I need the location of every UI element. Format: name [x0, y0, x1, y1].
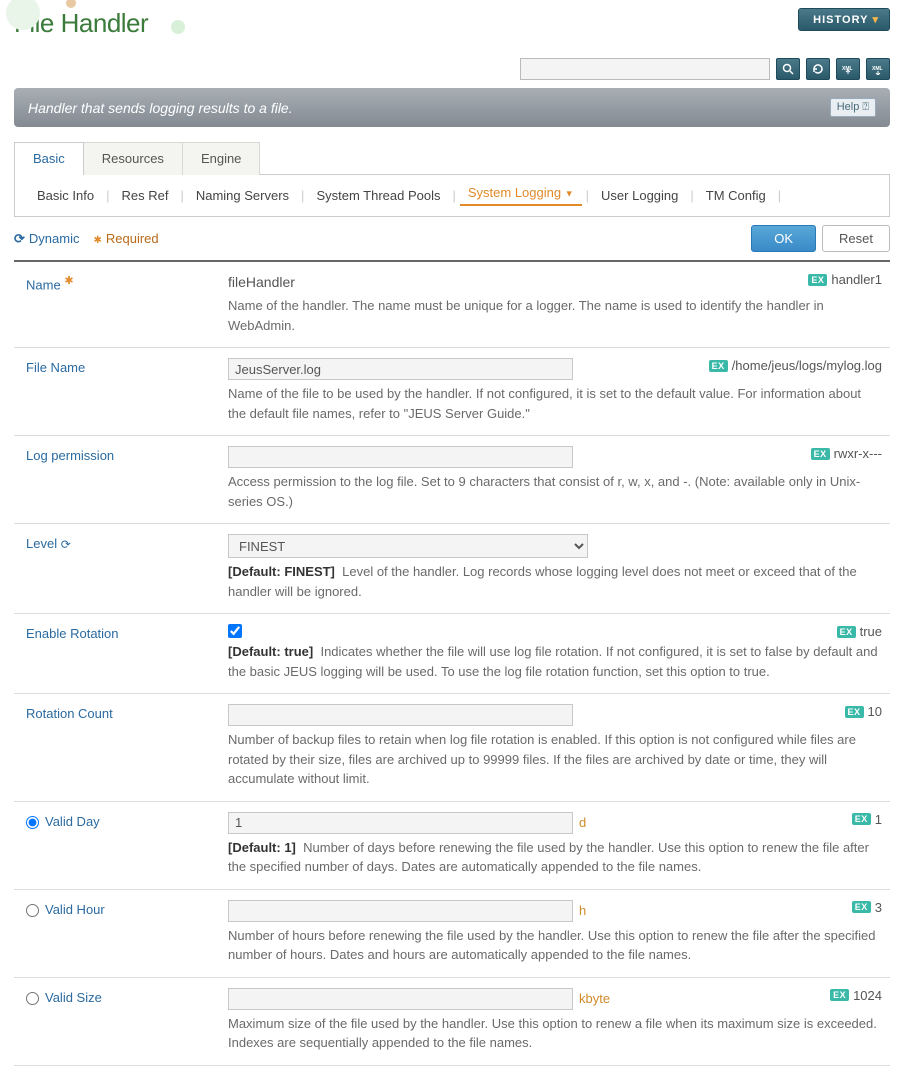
sub-tabs: Basic Info| Res Ref| Naming Servers| Sys… — [14, 175, 890, 217]
unit-validday: d — [579, 815, 586, 830]
subtab-system-thread-pools[interactable]: System Thread Pools — [308, 188, 448, 203]
unit-validsize: kbyte — [579, 991, 610, 1006]
example-rotcount: EX10 — [845, 704, 882, 719]
desc-validhour: Number of hours before renewing the file… — [228, 926, 882, 965]
input-filename[interactable] — [228, 358, 573, 380]
desc-filename: Name of the file to be used by the handl… — [228, 384, 882, 423]
row-level: Level ⟳ FINEST [Default: FINEST] Level o… — [14, 524, 890, 614]
example-validhour: EX3 — [852, 900, 882, 915]
label-validsize: Valid Size — [18, 988, 228, 1053]
reset-button[interactable]: Reset — [822, 225, 890, 252]
input-validhour[interactable] — [228, 900, 573, 922]
radio-validday[interactable] — [26, 816, 39, 829]
legend-row: Dynamic Required OK Reset — [14, 217, 890, 262]
label-filename: File Name — [18, 358, 228, 423]
desc-level: [Default: FINEST] Level of the handler. … — [228, 562, 882, 601]
radio-validsize[interactable] — [26, 992, 39, 1005]
example-rotation: EXtrue — [837, 624, 882, 639]
search-toolbar: XML XML — [0, 50, 904, 88]
tab-resources[interactable]: Resources — [83, 142, 183, 175]
desc-validday: [Default: 1] Number of days before renew… — [228, 838, 882, 877]
input-logperm[interactable] — [228, 446, 573, 468]
legend-required: Required — [93, 231, 158, 246]
example-name: EXhandler1 — [808, 272, 882, 287]
page-header: File Handler HISTORY ▾ — [0, 0, 904, 50]
tab-basic[interactable]: Basic — [14, 142, 84, 175]
banner-text: Handler that sends logging results to a … — [28, 100, 293, 116]
required-icon: ✱ — [64, 275, 73, 287]
subtab-system-logging[interactable]: System Logging ▼ — [460, 185, 582, 206]
label-logperm: Log permission — [18, 446, 228, 511]
ok-button[interactable]: OK — [751, 225, 816, 252]
radio-validhour[interactable] — [26, 904, 39, 917]
search-icon[interactable] — [776, 58, 800, 80]
row-validsize: Valid Size EX1024 kbyte Maximum size of … — [14, 978, 890, 1066]
row-rotation: Enable Rotation EXtrue [Default: true] I… — [14, 614, 890, 694]
row-validday: Valid Day EX1 d [Default: 1] Number of d… — [14, 802, 890, 890]
desc-logperm: Access permission to the log file. Set t… — [228, 472, 882, 511]
row-filename: File Name EX/home/jeus/logs/mylog.log Na… — [14, 348, 890, 436]
label-validhour: Valid Hour — [18, 900, 228, 965]
xml-import-icon[interactable]: XML — [836, 58, 860, 80]
checkbox-rotation[interactable] — [228, 624, 242, 638]
row-rotcount: Rotation Count EX10 Number of backup fil… — [14, 694, 890, 802]
example-filename: EX/home/jeus/logs/mylog.log — [709, 358, 882, 373]
history-button[interactable]: HISTORY ▾ — [798, 8, 890, 31]
subtab-res-ref[interactable]: Res Ref — [113, 188, 176, 203]
label-level: Level ⟳ — [18, 534, 228, 601]
unit-validhour: h — [579, 903, 586, 918]
example-validday: EX1 — [852, 812, 882, 827]
subtab-user-logging[interactable]: User Logging — [593, 188, 686, 203]
help-button[interactable]: Help — [830, 98, 876, 117]
refresh-icon[interactable] — [806, 58, 830, 80]
label-validday: Valid Day — [18, 812, 228, 877]
input-validsize[interactable] — [228, 988, 573, 1010]
input-validday[interactable] — [228, 812, 573, 834]
desc-rotation: [Default: true] Indicates whether the fi… — [228, 642, 882, 681]
xml-export-icon[interactable]: XML — [866, 58, 890, 80]
example-validsize: EX1024 — [830, 988, 882, 1003]
config-form: Name ✱ EXhandler1 fileHandler Name of th… — [14, 262, 890, 1066]
row-validhour: Valid Hour EX3 h Number of hours before … — [14, 890, 890, 978]
label-rotation: Enable Rotation — [18, 624, 228, 681]
svg-text:XML: XML — [872, 66, 883, 72]
search-input[interactable] — [520, 58, 770, 80]
label-rotcount: Rotation Count — [18, 704, 228, 789]
dynamic-icon: ⟳ — [61, 538, 71, 552]
chevron-down-icon: ▼ — [565, 189, 574, 199]
subtab-tm-config[interactable]: TM Config — [698, 188, 774, 203]
desc-name: Name of the handler. The name must be un… — [228, 296, 882, 335]
subtab-basic-info[interactable]: Basic Info — [29, 188, 102, 203]
chevron-down-icon: ▾ — [872, 14, 879, 26]
main-tabs: Basic Resources Engine — [14, 141, 890, 175]
description-banner: Handler that sends logging results to a … — [14, 88, 890, 127]
history-label: HISTORY — [813, 14, 868, 26]
row-name: Name ✱ EXhandler1 fileHandler Name of th… — [14, 262, 890, 348]
value-name: fileHandler — [228, 272, 295, 292]
select-level[interactable]: FINEST — [228, 534, 588, 558]
desc-validsize: Maximum size of the file used by the han… — [228, 1014, 882, 1053]
subtab-naming-servers[interactable]: Naming Servers — [188, 188, 297, 203]
tab-engine[interactable]: Engine — [182, 142, 260, 175]
label-name: Name ✱ — [18, 272, 228, 335]
row-logperm: Log permission EXrwxr-x--- Access permis… — [14, 436, 890, 524]
legend-dynamic: Dynamic — [14, 231, 79, 247]
input-rotcount[interactable] — [228, 704, 573, 726]
desc-rotcount: Number of backup files to retain when lo… — [228, 730, 882, 789]
legend: Dynamic Required — [14, 231, 159, 247]
page-title: File Handler — [14, 8, 890, 39]
example-logperm: EXrwxr-x--- — [811, 446, 882, 461]
